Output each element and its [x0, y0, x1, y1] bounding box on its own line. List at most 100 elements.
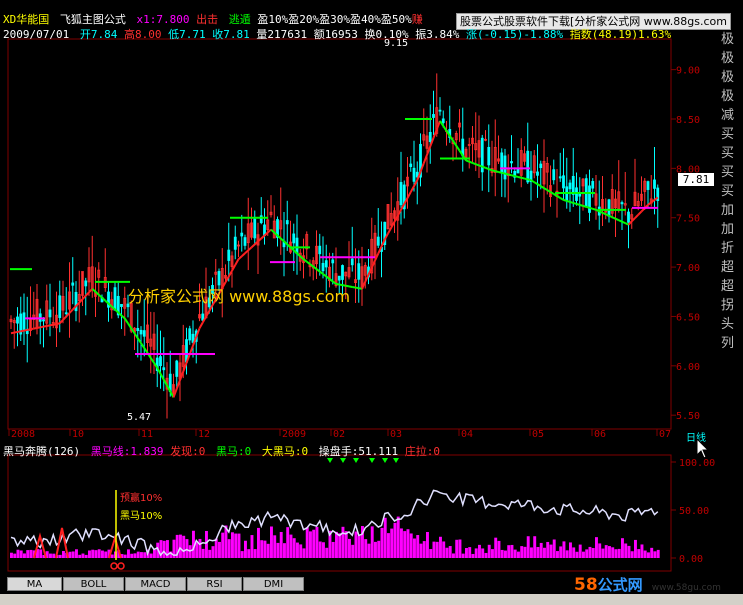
volume-bar — [582, 551, 585, 558]
volume-bar — [419, 543, 423, 558]
candle-body — [136, 328, 140, 331]
candle-body — [331, 259, 335, 264]
volume-bar — [387, 533, 390, 558]
volume-bar — [75, 549, 78, 558]
right-label-4: 减 — [721, 108, 735, 123]
volume-bar — [283, 543, 286, 558]
candle-body — [120, 303, 123, 307]
trend-segment — [472, 161, 477, 166]
candle-body — [227, 249, 231, 261]
volume-bar — [390, 528, 394, 558]
trend-segment — [521, 176, 525, 180]
volume-bar — [487, 544, 491, 558]
candle-body — [399, 182, 403, 206]
trend-segment — [511, 174, 515, 178]
candle-body — [500, 152, 504, 174]
max-price-label: 9.15 — [384, 38, 409, 49]
candle-body — [350, 258, 354, 266]
tab-ma[interactable]: MA — [7, 577, 62, 591]
volume-bar — [97, 549, 101, 558]
volume-bar — [608, 546, 611, 558]
candle-body — [71, 282, 75, 286]
candle-body — [324, 260, 328, 268]
volume-bar — [598, 543, 602, 558]
sub-chart-title: 黑马奔腾(126) 黑马线:1.839 发现:0 黑马:0 大黑马:0 操盘手:… — [3, 443, 440, 459]
current-price-tag: 7.81 — [678, 173, 714, 186]
trend-segment — [468, 160, 473, 164]
candle-body — [539, 163, 543, 169]
volume-bar — [110, 554, 114, 558]
volume-bar — [234, 533, 238, 558]
tab-macd[interactable]: MACD — [125, 577, 186, 591]
volume-bar — [432, 541, 436, 558]
volume-bar — [393, 522, 397, 558]
candlestick-series — [9, 73, 660, 419]
candle-body — [428, 131, 432, 142]
date-tick-label: 03 — [390, 429, 402, 440]
right-label-1: 极 — [721, 51, 735, 66]
tab-dmi[interactable]: DMI — [243, 577, 304, 591]
annotation-profit: 预赢10% — [120, 493, 163, 504]
volume-bar — [78, 554, 82, 558]
volume-bar — [585, 549, 589, 558]
volume-bar — [468, 547, 472, 558]
volume-bar — [351, 544, 355, 558]
volume-bar — [396, 516, 400, 558]
volume-bar — [26, 550, 30, 558]
volume-bar — [68, 551, 72, 558]
sub-tick-label: 50.00 — [679, 506, 709, 517]
volume-bar — [123, 554, 127, 558]
volume-bar — [481, 548, 485, 558]
chart-canvas[interactable]: 2008 10 11 12 2009 02 03 04 05 06 07 9.008.508.007… — [0, 0, 743, 605]
volume-bar — [208, 549, 212, 558]
candle-body — [175, 360, 179, 377]
volume-bar — [354, 531, 358, 558]
right-label-13: 超 — [721, 279, 735, 294]
volume-bar — [140, 552, 143, 558]
trend-segment — [566, 199, 571, 203]
candle-body — [487, 146, 491, 166]
trend-segment — [488, 168, 493, 172]
volume-bar — [484, 552, 488, 558]
volume-bar — [569, 542, 572, 558]
date-tick-label: 10 — [72, 429, 84, 440]
tab-boll[interactable]: BOLL — [63, 577, 124, 591]
volume-bar — [380, 527, 384, 558]
date-tick-label: 11 — [141, 429, 153, 440]
volume-bar — [309, 531, 312, 558]
date-tick-label: 04 — [461, 429, 473, 440]
candle-body — [620, 202, 624, 205]
sub-line4: 大黑马:0 — [261, 445, 309, 458]
volume-bar — [559, 546, 563, 558]
volume-bar — [227, 539, 231, 558]
date-tick-label: 05 — [532, 429, 544, 440]
trend-segment — [569, 200, 574, 204]
volume-bar — [455, 539, 459, 558]
trend-segment — [10, 331, 15, 335]
trend-segment — [56, 322, 60, 326]
volume-bar — [627, 545, 631, 558]
volume-bar — [549, 544, 553, 558]
quote-low: 低7.71 — [168, 28, 206, 41]
volume-bar — [523, 546, 527, 558]
volume-bar — [526, 536, 530, 558]
volume-bar — [643, 550, 647, 558]
volume-bar — [510, 544, 514, 558]
trend-segment — [527, 178, 532, 182]
right-label-5: 买 — [721, 127, 735, 142]
support-steps — [10, 117, 658, 355]
tab-rsi[interactable]: RSI — [187, 577, 242, 591]
sub-line6: 庄拉:0 — [404, 445, 440, 458]
trend-segment — [611, 216, 616, 220]
volume-bar — [504, 550, 507, 558]
price-axis: 9.008.508.007.507.006.506.005.50 — [671, 66, 700, 422]
volume-bar — [104, 551, 108, 558]
volume-bar — [185, 539, 189, 558]
date-tick-label: 2009 — [282, 429, 306, 440]
trend-segment — [46, 324, 51, 327]
candle-body — [84, 280, 88, 287]
candle-body — [376, 236, 380, 246]
candle-body — [441, 118, 445, 124]
trend-segment — [53, 323, 57, 326]
volume-bar — [218, 541, 221, 558]
